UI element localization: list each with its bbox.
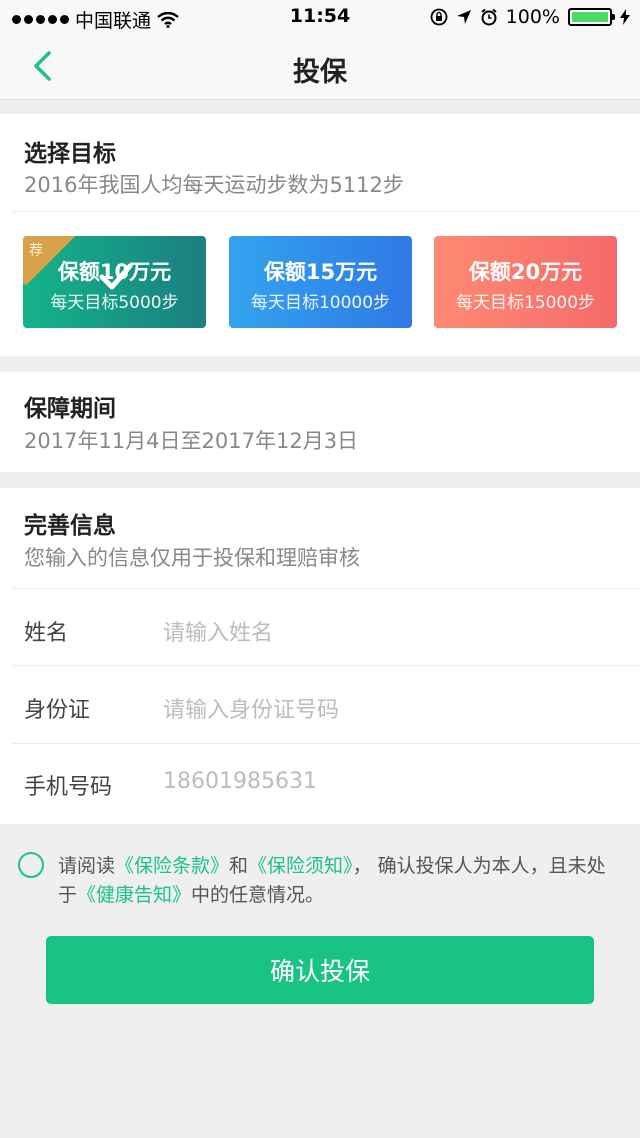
battery-icon <box>568 8 615 26</box>
page-title: 投保 <box>293 57 347 88</box>
plan-option-10w[interactable]: 荐 保额10万元 每天目标5000步 <box>23 236 206 328</box>
navigation-bar: 投保 <box>0 34 640 100</box>
plan-amount: 保额15万元 <box>263 260 378 284</box>
checkmark-icon <box>99 263 133 290</box>
divider <box>12 665 640 666</box>
info-title: 完善信息 <box>24 513 116 539</box>
notice-link[interactable]: 《保险须知》 <box>248 855 353 877</box>
id-card-label: 身份证 <box>24 698 91 723</box>
divider <box>12 211 640 212</box>
phone-input[interactable]: 18601985631 <box>163 769 317 794</box>
info-subtitle: 您输入的信息仅用于投保和理赔审核 <box>24 546 360 570</box>
battery-percent: 100% <box>505 6 560 28</box>
plan-target: 每天目标10000步 <box>250 293 391 313</box>
health-link[interactable]: 《健康告知》 <box>77 884 191 906</box>
rotation-lock-icon <box>430 8 448 26</box>
alarm-icon <box>481 8 497 26</box>
agreement-and: 和 <box>229 855 249 877</box>
agreement-suffix: 中的任意情况。 <box>191 884 325 906</box>
divider <box>12 743 640 744</box>
plan-option-15w[interactable]: 保额15万元 每天目标10000步 <box>229 236 412 328</box>
name-label: 姓名 <box>24 621 69 646</box>
agree-radio[interactable] <box>18 852 44 878</box>
target-subtitle: 2016年我国人均每天运动步数为5112步 <box>24 173 404 197</box>
period-value: 2017年11月4日至2017年12月3日 <box>24 429 359 453</box>
location-arrow-icon <box>456 10 471 24</box>
period-section: 保障期间 2017年11月4日至2017年12月3日 <box>0 372 640 472</box>
plan-amount: 保额20万元 <box>468 260 583 284</box>
plan-option-20w[interactable]: 保额20万元 每天目标15000步 <box>434 236 617 328</box>
period-title: 保障期间 <box>24 396 116 422</box>
target-title: 选择目标 <box>24 141 116 167</box>
plan-target: 每天目标15000步 <box>455 293 596 313</box>
charging-bolt-icon <box>620 9 630 25</box>
agreement-prefix: 请阅读 <box>58 855 116 877</box>
phone-label: 手机号码 <box>24 775 113 800</box>
divider <box>12 588 640 589</box>
agreement-text: 请阅读《保险条款》和《保险须知》， 确认投保人为本人，且未处于《健康告知》中的任… <box>58 852 618 910</box>
status-bar: 中国联通 11:54 100% <box>0 0 640 34</box>
id-card-input[interactable]: 请输入身份证号码 <box>163 692 339 724</box>
status-right: 100% <box>430 6 630 28</box>
info-section: 完善信息 您输入的信息仅用于投保和理赔审核 姓名 请输入姓名 身份证 请输入身份… <box>0 488 640 824</box>
confirm-button[interactable]: 确认投保 <box>46 936 594 1004</box>
terms-link[interactable]: 《保险条款》 <box>115 855 229 877</box>
name-input[interactable]: 请输入姓名 <box>163 615 273 647</box>
